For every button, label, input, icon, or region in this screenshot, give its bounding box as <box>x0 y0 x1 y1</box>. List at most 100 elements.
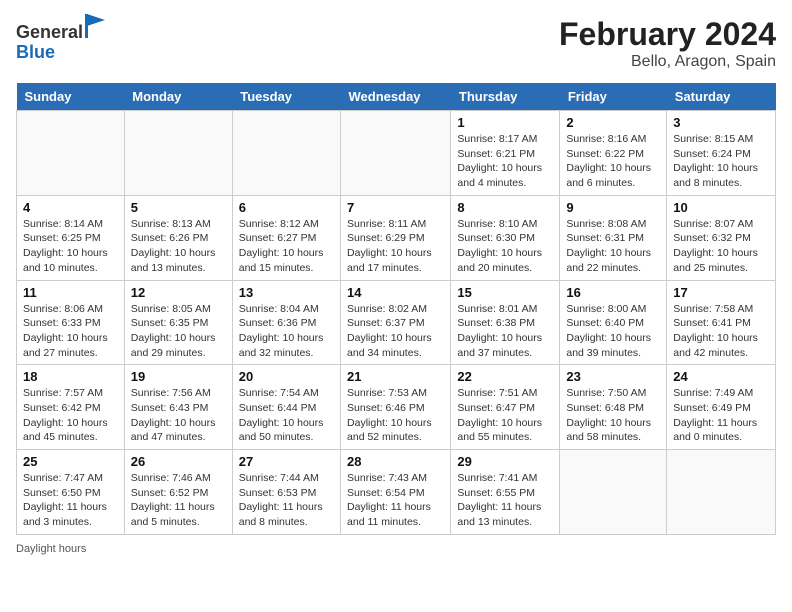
day-number: 19 <box>131 369 226 384</box>
day-info: Sunrise: 8:00 AMSunset: 6:40 PMDaylight:… <box>566 302 660 361</box>
day-number: 16 <box>566 285 660 300</box>
calendar-cell: 14 Sunrise: 8:02 AMSunset: 6:37 PMDayligh… <box>341 280 451 365</box>
day-info: Sunrise: 8:13 AMSunset: 6:26 PMDaylight:… <box>131 217 226 276</box>
day-number: 6 <box>239 200 334 215</box>
day-info: Sunrise: 8:14 AMSunset: 6:25 PMDaylight:… <box>23 217 118 276</box>
day-info: Sunrise: 7:56 AMSunset: 6:43 PMDaylight:… <box>131 386 226 445</box>
day-info: Sunrise: 7:41 AMSunset: 6:55 PMDaylight:… <box>457 471 553 530</box>
day-number: 9 <box>566 200 660 215</box>
day-info: Sunrise: 8:12 AMSunset: 6:27 PMDaylight:… <box>239 217 334 276</box>
day-info: Sunrise: 7:50 AMSunset: 6:48 PMDaylight:… <box>566 386 660 445</box>
day-number: 26 <box>131 454 226 469</box>
footer-text: Daylight hours <box>16 543 86 555</box>
day-info: Sunrise: 8:06 AMSunset: 6:33 PMDaylight:… <box>23 302 118 361</box>
day-number: 10 <box>673 200 769 215</box>
day-info: Sunrise: 7:54 AMSunset: 6:44 PMDaylight:… <box>239 386 334 445</box>
week-row-0: 1 Sunrise: 8:17 AMSunset: 6:21 PMDaylight… <box>17 111 776 196</box>
calendar-cell: 18Sunrise: 7:57 AMSunset: 6:42 PMDayligh… <box>17 365 125 450</box>
day-info: Sunrise: 8:15 AMSunset: 6:24 PMDaylight:… <box>673 132 769 191</box>
calendar-cell: 25 Sunrise: 7:47 AMSunset: 6:50 PMDayligh… <box>17 450 125 535</box>
dow-header-tuesday: Tuesday <box>232 83 340 111</box>
location-subtitle: Bello, Aragon, Spain <box>559 53 776 71</box>
calendar-cell: 2Sunrise: 8:16 AMSunset: 6:22 PMDaylight… <box>560 111 667 196</box>
day-info: Sunrise: 8:05 AMSunset: 6:35 PMDaylight:… <box>131 302 226 361</box>
calendar-cell: 4 Sunrise: 8:14 AMSunset: 6:25 PMDaylight… <box>17 195 125 280</box>
days-of-week-row: SundayMondayTuesdayWednesdayThursdayFrid… <box>17 83 776 111</box>
calendar-cell: 28 Sunrise: 7:43 AMSunset: 6:54 PMDayligh… <box>341 450 451 535</box>
day-number: 25 <box>23 454 118 469</box>
day-number: 1 <box>457 115 553 130</box>
calendar-cell: 3 Sunrise: 8:15 AMSunset: 6:24 PMDaylight… <box>667 111 776 196</box>
calendar-cell <box>17 111 125 196</box>
day-info: Sunrise: 8:07 AMSunset: 6:32 PMDaylight:… <box>673 217 769 276</box>
day-number: 14 <box>347 285 444 300</box>
calendar-cell: 1 Sunrise: 8:17 AMSunset: 6:21 PMDaylight… <box>451 111 560 196</box>
calendar-cell <box>560 450 667 535</box>
day-number: 4 <box>23 200 118 215</box>
calendar-cell: 27 Sunrise: 7:44 AMSunset: 6:53 PMDayligh… <box>232 450 340 535</box>
day-number: 17 <box>673 285 769 300</box>
day-info: Sunrise: 7:46 AMSunset: 6:52 PMDaylight:… <box>131 471 226 530</box>
calendar-cell: 11 Sunrise: 8:06 AMSunset: 6:33 PMDayligh… <box>17 280 125 365</box>
calendar-cell: 23 Sunrise: 7:50 AMSunset: 6:48 PMDayligh… <box>560 365 667 450</box>
day-number: 8 <box>457 200 553 215</box>
day-info: Sunrise: 7:44 AMSunset: 6:53 PMDaylight:… <box>239 471 334 530</box>
calendar-cell: 8 Sunrise: 8:10 AMSunset: 6:30 PMDaylight… <box>451 195 560 280</box>
month-year-title: February 2024 <box>559 16 776 53</box>
day-info: Sunrise: 7:58 AMSunset: 6:41 PMDaylight:… <box>673 302 769 361</box>
calendar-cell: 19 Sunrise: 7:56 AMSunset: 6:43 PMDayligh… <box>124 365 232 450</box>
calendar-cell: 10 Sunrise: 8:07 AMSunset: 6:32 PMDayligh… <box>667 195 776 280</box>
logo: General Blue <box>16 16 105 63</box>
calendar-cell: 13 Sunrise: 8:04 AMSunset: 6:36 PMDayligh… <box>232 280 340 365</box>
day-info: Sunrise: 7:47 AMSunset: 6:50 PMDaylight:… <box>23 471 118 530</box>
day-number: 21 <box>347 369 444 384</box>
page-header: General Blue February 2024 Bello, Aragon… <box>16 16 776 71</box>
day-number: 7 <box>347 200 444 215</box>
day-number: 29 <box>457 454 553 469</box>
dow-header-thursday: Thursday <box>451 83 560 111</box>
day-number: 28 <box>347 454 444 469</box>
day-info: Sunrise: 8:04 AMSunset: 6:36 PMDaylight:… <box>239 302 334 361</box>
calendar-cell: 24Sunrise: 7:49 AMSunset: 6:49 PMDayligh… <box>667 365 776 450</box>
calendar-cell: 7 Sunrise: 8:11 AMSunset: 6:29 PMDaylight… <box>341 195 451 280</box>
calendar-cell: 15 Sunrise: 8:01 AMSunset: 6:38 PMDayligh… <box>451 280 560 365</box>
day-number: 24 <box>673 369 769 384</box>
day-info: Sunrise: 8:01 AMSunset: 6:38 PMDaylight:… <box>457 302 553 361</box>
calendar-cell: 21 Sunrise: 7:53 AMSunset: 6:46 PMDayligh… <box>341 365 451 450</box>
calendar-cell: 20Sunrise: 7:54 AMSunset: 6:44 PMDayligh… <box>232 365 340 450</box>
day-number: 15 <box>457 285 553 300</box>
calendar-table: SundayMondayTuesdayWednesdayThursdayFrid… <box>16 83 776 535</box>
calendar-cell: 17 Sunrise: 7:58 AMSunset: 6:41 PMDayligh… <box>667 280 776 365</box>
week-row-1: 4 Sunrise: 8:14 AMSunset: 6:25 PMDaylight… <box>17 195 776 280</box>
day-info: Sunrise: 8:17 AMSunset: 6:21 PMDaylight:… <box>457 132 553 191</box>
calendar-cell: 16 Sunrise: 8:00 AMSunset: 6:40 PMDayligh… <box>560 280 667 365</box>
day-info: Sunrise: 7:43 AMSunset: 6:54 PMDaylight:… <box>347 471 444 530</box>
footer: Daylight hours <box>16 543 776 555</box>
week-row-4: 25 Sunrise: 7:47 AMSunset: 6:50 PMDayligh… <box>17 450 776 535</box>
day-info: Sunrise: 8:10 AMSunset: 6:30 PMDaylight:… <box>457 217 553 276</box>
day-info: Sunrise: 7:57 AMSunset: 6:42 PMDaylight:… <box>23 386 118 445</box>
day-info: Sunrise: 8:02 AMSunset: 6:37 PMDaylight:… <box>347 302 444 361</box>
dow-header-monday: Monday <box>124 83 232 111</box>
logo-flag-icon <box>85 14 105 38</box>
calendar-cell <box>341 111 451 196</box>
calendar-cell <box>667 450 776 535</box>
calendar-cell: 9 Sunrise: 8:08 AMSunset: 6:31 PMDaylight… <box>560 195 667 280</box>
calendar-cell <box>124 111 232 196</box>
day-number: 27 <box>239 454 334 469</box>
calendar-cell <box>232 111 340 196</box>
calendar-cell: 12Sunrise: 8:05 AMSunset: 6:35 PMDayligh… <box>124 280 232 365</box>
day-info: Sunrise: 7:53 AMSunset: 6:46 PMDaylight:… <box>347 386 444 445</box>
day-info: Sunrise: 8:11 AMSunset: 6:29 PMDaylight:… <box>347 217 444 276</box>
day-info: Sunrise: 8:08 AMSunset: 6:31 PMDaylight:… <box>566 217 660 276</box>
day-number: 13 <box>239 285 334 300</box>
day-info: Sunrise: 7:51 AMSunset: 6:47 PMDaylight:… <box>457 386 553 445</box>
day-number: 3 <box>673 115 769 130</box>
calendar-cell: 26 Sunrise: 7:46 AMSunset: 6:52 PMDayligh… <box>124 450 232 535</box>
day-number: 2 <box>566 115 660 130</box>
week-row-2: 11 Sunrise: 8:06 AMSunset: 6:33 PMDayligh… <box>17 280 776 365</box>
calendar-body: 1 Sunrise: 8:17 AMSunset: 6:21 PMDaylight… <box>17 111 776 535</box>
day-number: 11 <box>23 285 118 300</box>
day-number: 23 <box>566 369 660 384</box>
logo-general: General <box>16 22 83 42</box>
